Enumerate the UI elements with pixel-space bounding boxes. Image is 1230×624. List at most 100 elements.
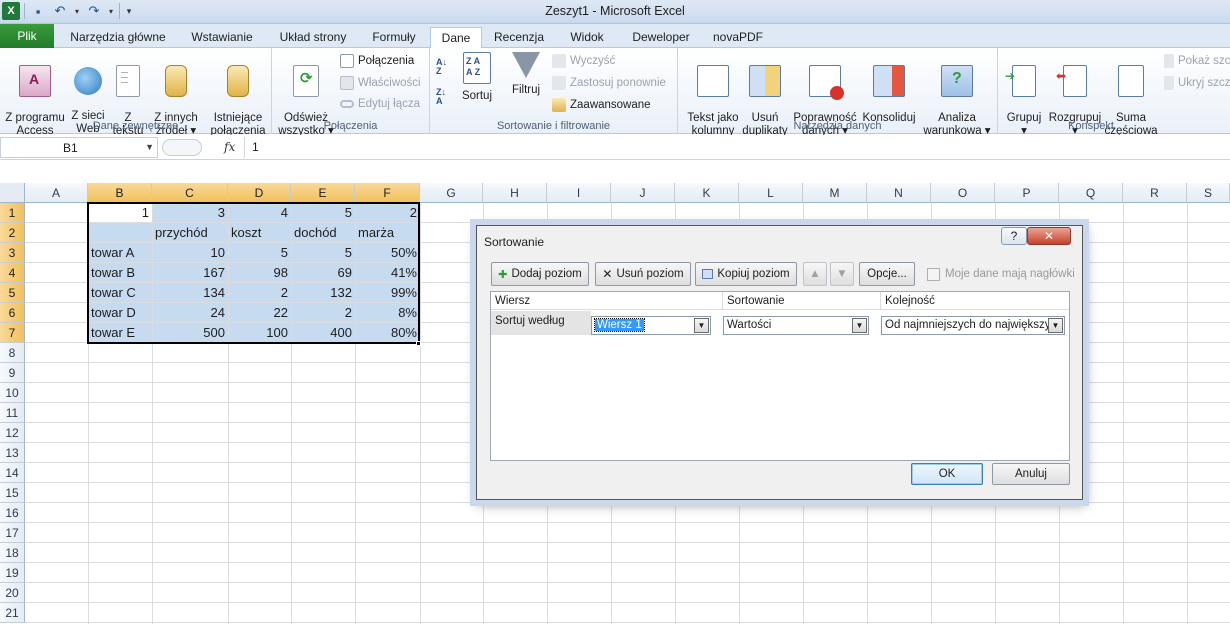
- sort-z-a-button[interactable]: Z↓ A: [436, 88, 446, 106]
- tab-home[interactable]: Narzędzia główne: [62, 27, 174, 48]
- order-select[interactable]: Od najmniejszych do największych ▼: [881, 316, 1065, 335]
- tab-data[interactable]: Dane: [430, 27, 482, 49]
- properties-label: Właściwości: [358, 77, 421, 89]
- arrow-up-icon: ▲: [809, 268, 821, 280]
- row-header-19[interactable]: 19: [0, 563, 25, 583]
- clear-button[interactable]: Wyczyść: [552, 54, 615, 68]
- column-header-e[interactable]: E: [291, 183, 355, 203]
- tab-page-layout[interactable]: Układ strony: [270, 27, 356, 48]
- column-header-j[interactable]: J: [611, 183, 675, 203]
- row-header-18[interactable]: 18: [0, 543, 25, 563]
- column-header-i[interactable]: I: [547, 183, 611, 203]
- options-label: Opcje...: [867, 268, 907, 280]
- row-header-5[interactable]: 5: [0, 283, 25, 303]
- row-header-12[interactable]: 12: [0, 423, 25, 443]
- row-header-21[interactable]: 21: [0, 603, 25, 623]
- row-header-17[interactable]: 17: [0, 523, 25, 543]
- options-button[interactable]: Opcje...: [859, 262, 915, 286]
- select-all-corner[interactable]: [0, 183, 25, 203]
- chevron-down-icon[interactable]: ▼: [694, 318, 709, 333]
- tab-formulas[interactable]: Formuły: [362, 27, 426, 48]
- column-header-l[interactable]: L: [739, 183, 803, 203]
- group-sort-filter: A↓ Z Z↓ A Z AA Z Sortuj Filtruj Wyczyść Za…: [430, 48, 678, 134]
- column-header-o[interactable]: O: [931, 183, 995, 203]
- column-header-k[interactable]: K: [675, 183, 739, 203]
- delete-level-button[interactable]: ✕ Usuń poziom: [595, 262, 691, 286]
- row-header-9[interactable]: 9: [0, 363, 25, 383]
- column-header-m[interactable]: M: [803, 183, 867, 203]
- fill-handle[interactable]: [416, 341, 421, 346]
- column-header-g[interactable]: G: [420, 183, 483, 203]
- hide-detail-button[interactable]: Ukryj szczegóły: [1164, 76, 1230, 90]
- tab-review[interactable]: Recenzja: [488, 27, 550, 48]
- connections-button[interactable]: Połączenia: [340, 54, 414, 68]
- column-header-f[interactable]: F: [355, 183, 420, 203]
- column-header-b[interactable]: B: [88, 183, 152, 203]
- name-box[interactable]: B1 ▼: [0, 137, 158, 158]
- row-header-6[interactable]: 6: [0, 303, 25, 323]
- row-header-11[interactable]: 11: [0, 403, 25, 423]
- column-header-n[interactable]: N: [867, 183, 931, 203]
- close-button[interactable]: ✕: [1027, 227, 1071, 245]
- copy-level-button[interactable]: Kopiuj poziom: [695, 262, 797, 286]
- chevron-down-icon[interactable]: ▼: [852, 318, 867, 333]
- show-detail-icon: [1164, 54, 1174, 68]
- row-header-7[interactable]: 7: [0, 323, 25, 343]
- refresh-icon: ⟳: [293, 65, 319, 97]
- filter-button[interactable]: Filtruj: [504, 52, 548, 97]
- remove-duplicates-icon: [749, 65, 781, 97]
- show-detail-button[interactable]: Pokaż szczegóły: [1164, 54, 1230, 68]
- row-header-8[interactable]: 8: [0, 343, 25, 363]
- consolidate-button[interactable]: Konsoliduj: [860, 52, 918, 125]
- formula-bar-splitter[interactable]: [162, 139, 202, 156]
- row-header-20[interactable]: 20: [0, 583, 25, 603]
- tab-developer[interactable]: Deweloper: [624, 27, 698, 48]
- help-button[interactable]: ?: [1001, 227, 1027, 245]
- cancel-button[interactable]: Anuluj: [992, 463, 1070, 485]
- column-header-s[interactable]: S: [1187, 183, 1230, 203]
- title-bar: X ▪ ↶ ▾ ↷ ▾ ▾ Zeszyt1 - Microsoft Excel: [0, 0, 1230, 24]
- properties-button[interactable]: Właściwości: [340, 76, 421, 90]
- column-header-h[interactable]: H: [483, 183, 547, 203]
- move-down-button[interactable]: ▼: [830, 262, 854, 286]
- headers-checkbox[interactable]: [927, 268, 940, 281]
- row-header-4[interactable]: 4: [0, 263, 25, 283]
- sort-on-select[interactable]: Wartości ▼: [723, 316, 869, 335]
- sort-button[interactable]: Z AA Z Sortuj: [458, 52, 496, 103]
- reapply-button[interactable]: Zastosuj ponownie: [552, 76, 666, 90]
- row-header-2[interactable]: 2: [0, 223, 25, 243]
- row-header-1[interactable]: 1: [0, 203, 25, 223]
- column-header-d[interactable]: D: [228, 183, 291, 203]
- group-external-data: A Z programu Access Z sieci Web — — — Z te…: [0, 48, 272, 137]
- row-header-15[interactable]: 15: [0, 483, 25, 503]
- tab-novapdf[interactable]: novaPDF: [706, 27, 770, 48]
- formula-input[interactable]: 1: [252, 140, 259, 154]
- chevron-down-icon[interactable]: ▼: [1048, 318, 1063, 333]
- tab-insert[interactable]: Wstawianie: [182, 27, 262, 48]
- column-header-sort-on: Sortowanie: [723, 292, 881, 310]
- copy-icon: [702, 269, 714, 279]
- sort-a-z-button[interactable]: A↓ Z: [436, 58, 447, 76]
- tab-file[interactable]: Plik: [0, 24, 54, 48]
- move-up-button[interactable]: ▲: [803, 262, 827, 286]
- row-header-10[interactable]: 10: [0, 383, 25, 403]
- add-level-button[interactable]: ✚ Dodaj poziom: [491, 262, 589, 286]
- chevron-down-icon[interactable]: ▼: [145, 142, 154, 152]
- column-header-a[interactable]: A: [25, 183, 88, 203]
- edit-links-button[interactable]: Edytuj łącza: [340, 98, 420, 110]
- row-header-13[interactable]: 13: [0, 443, 25, 463]
- row-header-16[interactable]: 16: [0, 503, 25, 523]
- advanced-button[interactable]: Zaawansowane: [552, 98, 651, 112]
- window-title: Zeszyt1 - Microsoft Excel: [545, 4, 685, 18]
- row-header-14[interactable]: 14: [0, 463, 25, 483]
- column-header-q[interactable]: Q: [1059, 183, 1123, 203]
- column-header-r[interactable]: R: [1123, 183, 1187, 203]
- ok-button[interactable]: OK: [911, 463, 983, 485]
- column-header-c[interactable]: C: [152, 183, 228, 203]
- column-header-p[interactable]: P: [995, 183, 1059, 203]
- row-header-3[interactable]: 3: [0, 243, 25, 263]
- tab-view[interactable]: Widok: [560, 27, 614, 48]
- insert-function-icon[interactable]: fx: [224, 140, 235, 154]
- sort-by-select[interactable]: Wiersz 1 ▼: [591, 316, 711, 335]
- sort-desc-icon: Z↓ A: [436, 87, 446, 106]
